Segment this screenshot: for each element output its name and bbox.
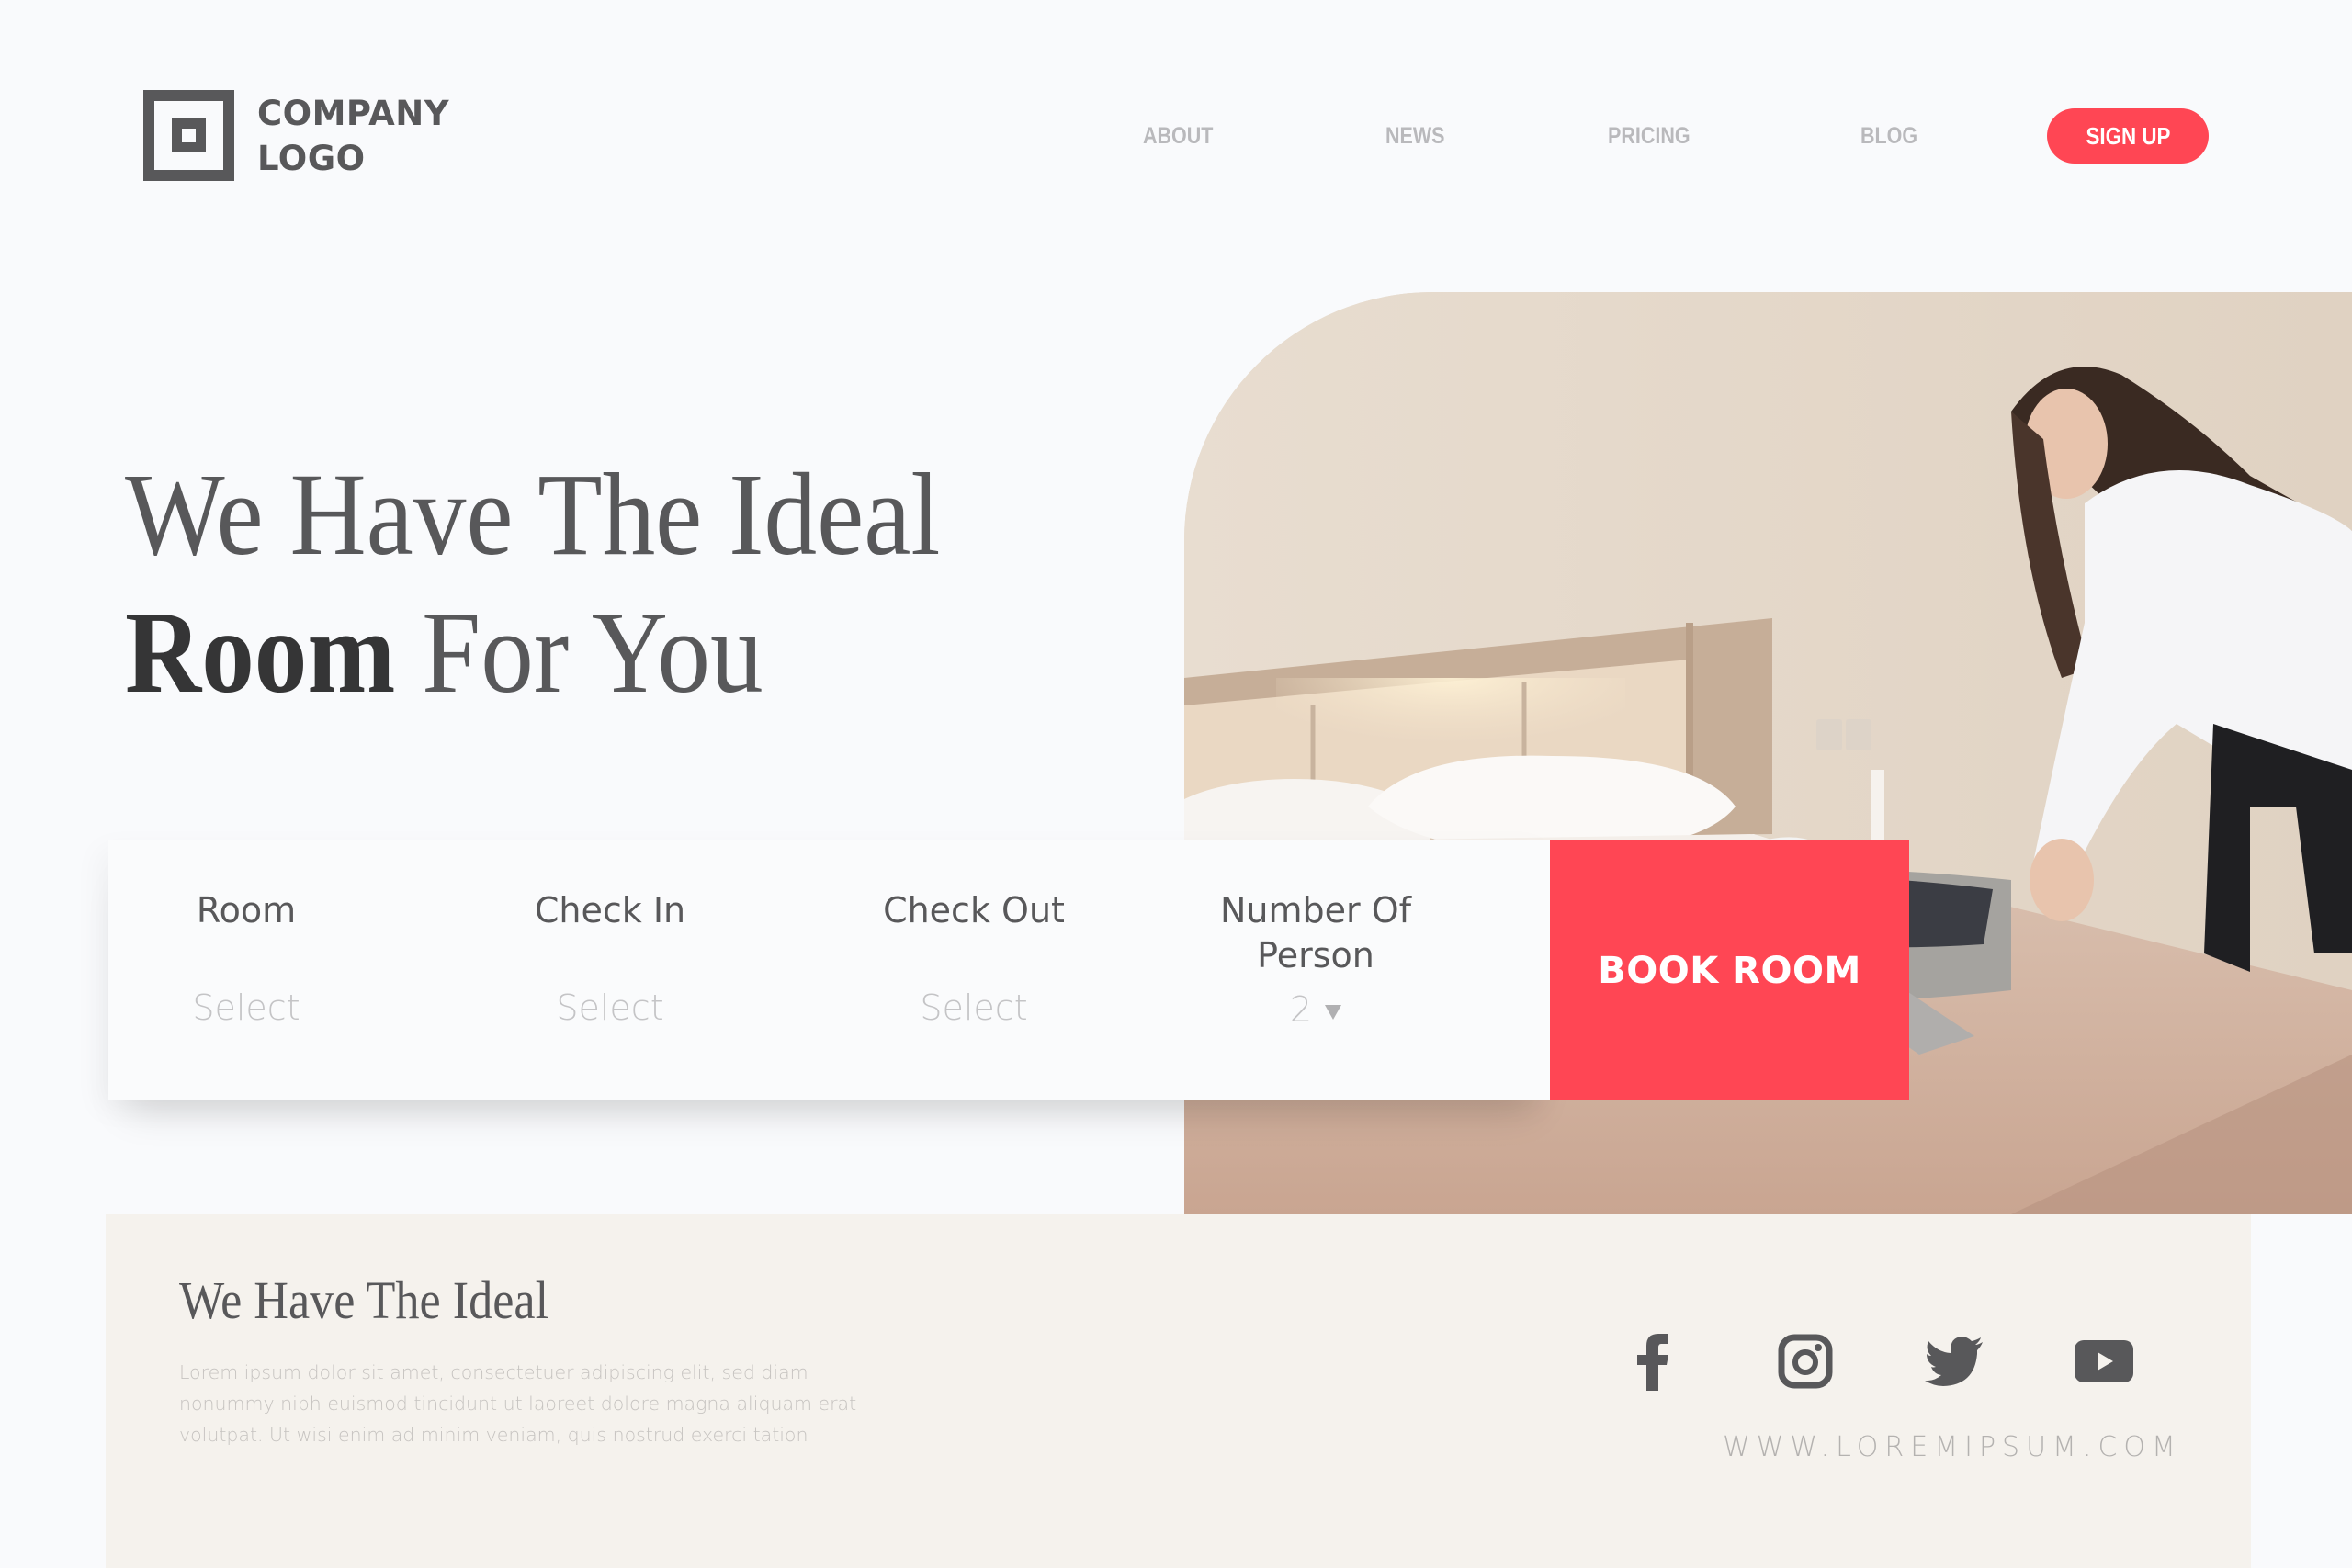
check-in-label: Check In xyxy=(534,890,686,931)
facebook-link[interactable] xyxy=(1617,1325,1690,1398)
person-count-select[interactable]: Number Of Person 2 xyxy=(1173,840,1458,1100)
youtube-link[interactable] xyxy=(2067,1325,2141,1398)
room-value[interactable]: Select xyxy=(108,987,384,1028)
booking-bar: Room Select Check In Select Check Out Se… xyxy=(108,840,1550,1100)
nav-pricing[interactable]: PRICING xyxy=(1608,108,1690,164)
footer-panel: We Have The Ideal Lorem ipsum dolor sit … xyxy=(106,1214,2251,1568)
hero-title-bold: Room xyxy=(125,587,396,717)
check-in-value[interactable]: Select xyxy=(472,987,748,1028)
nav-news[interactable]: NEWS xyxy=(1385,108,1445,164)
hero-title-rest: For You xyxy=(395,587,763,717)
sign-up-button[interactable]: SIGN UP xyxy=(2047,108,2209,164)
twitter-icon xyxy=(1925,1337,1983,1386)
person-count-value-wrap[interactable]: 2 xyxy=(1173,989,1458,1030)
instagram-link[interactable] xyxy=(1769,1325,1842,1398)
social-links xyxy=(1617,1325,2278,1398)
hero-title: We Have The Ideal Room For You xyxy=(125,446,940,721)
nav-about[interactable]: ABOUT xyxy=(1143,108,1213,164)
footer-title: We Have The Ideal xyxy=(179,1270,549,1330)
facebook-icon xyxy=(1637,1334,1668,1391)
sign-up-label: SIGN UP xyxy=(2086,122,2170,150)
room-select[interactable]: Room Select xyxy=(108,840,384,1100)
check-out-select[interactable]: Check Out Select xyxy=(836,840,1112,1100)
person-count-value: 2 xyxy=(1289,989,1313,1030)
footer-description: Lorem ipsum dolor sit amet, consectetuer… xyxy=(179,1361,857,1446)
website-url[interactable]: WWW.LOREMIPSUM.COM xyxy=(1649,1431,2256,1463)
book-room-button[interactable]: BOOK ROOM xyxy=(1550,840,1909,1100)
person-count-label: Number Of Person xyxy=(1219,890,1412,976)
chevron-down-icon[interactable] xyxy=(1325,1004,1342,1020)
check-out-value[interactable]: Select xyxy=(836,987,1112,1028)
room-label: Room xyxy=(196,890,297,931)
nav-blog[interactable]: BLOG xyxy=(1860,108,1917,164)
instagram-icon xyxy=(1778,1334,1833,1389)
hero-title-line-2: Room For You xyxy=(125,583,940,721)
check-in-select[interactable]: Check In Select xyxy=(472,840,748,1100)
check-out-label: Check Out xyxy=(883,890,1065,931)
main-nav: ABOUT NEWS PRICING BLOG SIGN UP xyxy=(0,108,2352,164)
hero-title-line-1: We Have The Ideal xyxy=(125,449,941,580)
youtube-icon xyxy=(2075,1340,2133,1382)
twitter-link[interactable] xyxy=(1917,1325,1991,1398)
